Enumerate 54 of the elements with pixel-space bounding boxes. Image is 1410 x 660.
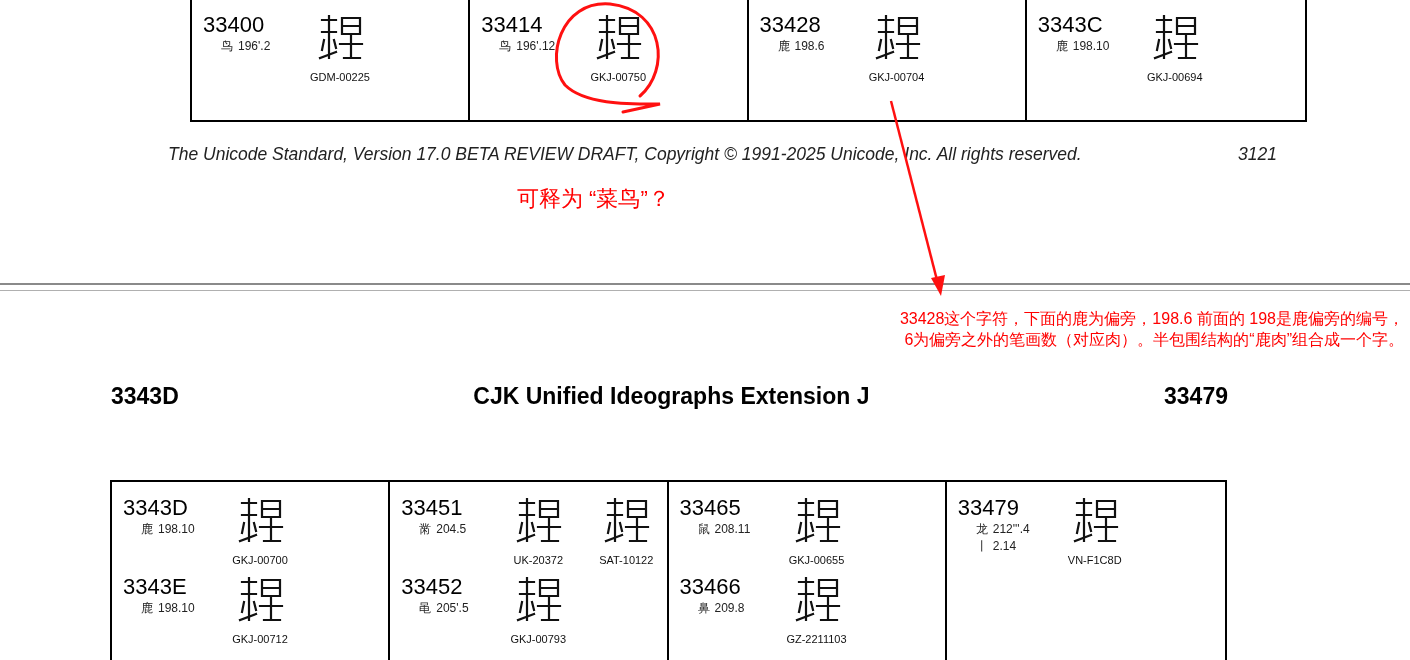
source-reference: UK-20372 xyxy=(513,553,563,567)
source-reference: GDM-00225 xyxy=(310,70,370,84)
block-title: CJK Unified Ideographs Extension J xyxy=(473,381,870,411)
stroke-count: 198.10 xyxy=(158,521,195,538)
code-point: 33479 xyxy=(957,495,1020,521)
source-reference: GKJ-00694 xyxy=(1146,70,1203,84)
source-reference: SAT-10122 xyxy=(599,553,654,567)
radical: 黾 xyxy=(418,600,433,617)
stroke-count: 198.10 xyxy=(1072,38,1110,55)
source-reference: GKJ-00793 xyxy=(510,632,567,646)
code-point: 33466 xyxy=(679,574,742,600)
source-reference: GKJ-00655 xyxy=(788,553,845,567)
stroke-count: 2.14 xyxy=(992,538,1017,555)
radical: 鼠 xyxy=(696,521,711,538)
stroke-count: 208.11 xyxy=(714,521,751,538)
radical: 鹿 xyxy=(140,600,154,617)
code-point: 33428 xyxy=(759,12,822,38)
code-point: 3343D xyxy=(123,495,189,521)
range-end: 33479 xyxy=(1164,381,1228,411)
radical: 丨 xyxy=(974,538,989,555)
radical: 鹿 xyxy=(140,521,154,538)
code-point: 33465 xyxy=(679,495,742,521)
source-reference: GKJ-00704 xyxy=(868,70,925,84)
stroke-count: 205'.5 xyxy=(436,600,469,617)
source-reference: VN-F1C8D xyxy=(1067,553,1122,567)
code-point: 33451 xyxy=(401,495,464,521)
annotation-note: 6为偏旁之外的笔画数（对应肉）。半包围结构的“鹿肉”组合成一个字。 xyxy=(904,330,1404,350)
stroke-count: 198.6 xyxy=(794,38,825,55)
annotation-note: 33428这个字符，下面的鹿为偏旁，198.6 前面的 198是鹿偏旁的编号， xyxy=(899,309,1404,329)
code-point: 33452 xyxy=(401,574,464,600)
radical: 鸟 xyxy=(498,38,513,55)
handwritten-comment: 可释为 “菜鸟”？ xyxy=(517,186,670,211)
radical: 鹿 xyxy=(1054,38,1069,55)
source-reference: GKJ-00700 xyxy=(232,553,288,567)
radical: 鹿 xyxy=(776,38,791,55)
radical: 龙 xyxy=(974,521,989,538)
source-reference: GZ-2211103 xyxy=(786,632,847,646)
stroke-count: 212'''.4 xyxy=(992,521,1030,538)
source-reference: GKJ-00750 xyxy=(590,70,647,84)
code-point: 3343C xyxy=(1037,12,1104,38)
source-reference: GKJ-00712 xyxy=(232,632,288,646)
code-point: 33400 xyxy=(203,12,266,38)
code-point: 3343E xyxy=(123,574,188,600)
radical: 鼻 xyxy=(696,600,711,617)
radical: 鸟 xyxy=(220,38,234,55)
page-number: 3121 xyxy=(1238,142,1277,166)
code-point: 33414 xyxy=(481,12,544,38)
range-start: 3343D xyxy=(111,381,179,411)
stroke-count: 196'.12 xyxy=(516,38,556,55)
stroke-count: 209.8 xyxy=(714,600,745,617)
stroke-count: 204.5 xyxy=(436,521,467,538)
stroke-count: 198.10 xyxy=(158,600,195,617)
stroke-count: 196'.2 xyxy=(238,38,271,55)
radical: 黹 xyxy=(418,521,433,538)
